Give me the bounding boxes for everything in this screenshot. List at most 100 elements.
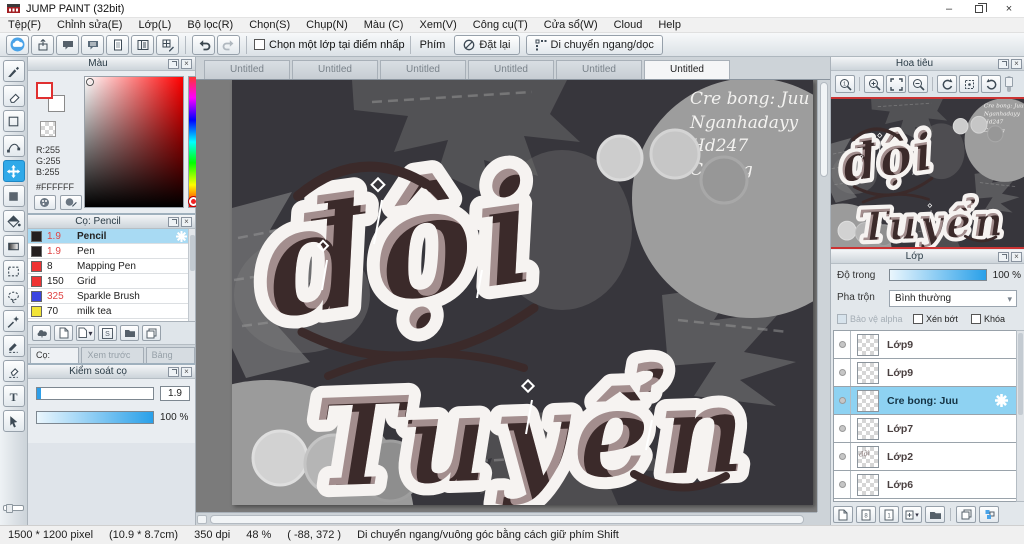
menu-file[interactable]: Tệp(F): [0, 18, 49, 33]
script-brush-button[interactable]: S: [98, 325, 117, 341]
single-layer-checkbox[interactable]: [254, 39, 265, 50]
publish-button[interactable]: [31, 34, 54, 55]
duplicate-brush-button[interactable]: [142, 325, 161, 341]
popout-icon[interactable]: [998, 58, 1009, 69]
brush-tool[interactable]: [2, 60, 25, 82]
visibility-toggle[interactable]: [834, 331, 851, 358]
add-8bit-layer-button[interactable]: 8: [856, 506, 876, 523]
eraser-tool[interactable]: [2, 85, 25, 107]
scrollbar-thumb[interactable]: [1018, 333, 1023, 415]
layer-row[interactable]: đội Lớp2: [834, 443, 1022, 471]
scrollbar-thumb[interactable]: [820, 82, 828, 177]
document-tab[interactable]: Untitled: [468, 60, 554, 79]
layer-row[interactable]: Lớp9: [834, 359, 1022, 387]
comment-button[interactable]: [56, 34, 79, 55]
document-tab[interactable]: Untitled: [380, 60, 466, 79]
visibility-toggle[interactable]: [834, 415, 851, 442]
layer-settings-icon[interactable]: [995, 394, 1008, 407]
frame-tool[interactable]: [2, 110, 25, 132]
duplicate-layer-button[interactable]: [956, 506, 976, 523]
fit-screen-button[interactable]: [886, 75, 906, 93]
canvas[interactable]: Cre bong: Juu Nganhadayy Hd247 C s: Gg đ…: [232, 80, 813, 505]
slider-thumb[interactable]: [1005, 77, 1013, 87]
scrollbar-thumb[interactable]: [210, 515, 804, 524]
move-tool[interactable]: [2, 160, 25, 182]
close-button[interactable]: ×: [994, 0, 1024, 18]
popout-icon[interactable]: [998, 251, 1009, 262]
brush-item[interactable]: 70 milk tea: [28, 304, 195, 319]
layer-row[interactable]: Lớp7: [834, 415, 1022, 443]
lock-checkbox[interactable]: Khóa: [971, 314, 1005, 325]
visibility-toggle[interactable]: [834, 359, 851, 386]
add-layer-button[interactable]: [833, 506, 853, 523]
tab-brush[interactable]: Cọ: Pencil: [30, 347, 80, 375]
add-brush-button[interactable]: [54, 325, 73, 341]
layer-row[interactable]: Lớp6: [834, 471, 1022, 499]
tool-size-slider[interactable]: [3, 504, 24, 513]
document-tab[interactable]: Untitled: [204, 60, 290, 79]
layer-row[interactable]: Lớp9: [834, 331, 1022, 359]
menu-tools[interactable]: Công cụ(T): [465, 18, 536, 33]
comment-panel-button[interactable]: [81, 34, 104, 55]
brush-item[interactable]: 1.9 Pencil: [28, 229, 195, 244]
scrollbar-button[interactable]: [197, 515, 207, 524]
brush-cloud-button[interactable]: [32, 325, 51, 341]
popout-icon[interactable]: [168, 58, 179, 69]
select-rect-tool[interactable]: [2, 260, 25, 282]
gradient-tool[interactable]: [2, 235, 25, 257]
tab-palette[interactable]: Bảng màu: [145, 347, 195, 375]
blend-mode-select[interactable]: Bình thường ▾: [889, 290, 1017, 307]
menu-cloud[interactable]: Cloud: [606, 18, 651, 33]
menu-color[interactable]: Màu (C): [356, 18, 412, 33]
clip-checkbox[interactable]: Xén bớt: [913, 314, 958, 325]
color-picker-cursor[interactable]: [86, 78, 94, 86]
brush-settings-icon[interactable]: [176, 230, 187, 242]
menu-view[interactable]: Xem(V): [411, 18, 464, 33]
add-special-layer-button[interactable]: ▾: [902, 506, 922, 523]
menu-window[interactable]: Cửa sổ(W): [536, 18, 606, 33]
redo-button[interactable]: [217, 34, 240, 55]
document-tab[interactable]: Untitled: [292, 60, 378, 79]
brush-folder-button[interactable]: [120, 325, 139, 341]
slider-thumb[interactable]: [6, 504, 13, 513]
magic-wand-tool[interactable]: [2, 310, 25, 332]
menu-capture[interactable]: Chụp(N): [298, 18, 356, 33]
brush-item[interactable]: 325 Sparkle Brush: [28, 289, 195, 304]
palette-edit-button[interactable]: [156, 34, 179, 55]
vertical-scrollbar[interactable]: [817, 80, 830, 512]
navigator-thumbnail[interactable]: [831, 97, 1024, 249]
menu-select[interactable]: Chọn(S): [241, 18, 298, 33]
visibility-toggle[interactable]: [834, 387, 851, 414]
undo-button[interactable]: [192, 34, 215, 55]
brush-list-scrollbar[interactable]: [188, 229, 195, 321]
popout-icon[interactable]: [168, 216, 179, 227]
restore-button[interactable]: [964, 0, 994, 18]
visibility-toggle[interactable]: [834, 471, 851, 498]
rotate-reset-button[interactable]: [959, 75, 979, 93]
document-tab[interactable]: Untitled: [556, 60, 642, 79]
brush-opacity-slider[interactable]: [36, 411, 154, 424]
brush-item[interactable]: 150 Grid: [28, 274, 195, 289]
brush-size-slider[interactable]: [36, 387, 154, 400]
horizontal-scrollbar[interactable]: [196, 512, 817, 525]
close-icon[interactable]: ×: [1011, 251, 1022, 262]
layer-folder-button[interactable]: [925, 506, 945, 523]
brush-item[interactable]: 8 Mapping Pen: [28, 259, 195, 274]
move-direction-button[interactable]: Di chuyển ngang/dọc: [525, 34, 663, 55]
menu-filter[interactable]: Bộ lọc(R): [179, 18, 241, 33]
menu-help[interactable]: Help: [650, 18, 689, 33]
protect-alpha-checkbox[interactable]: Bảo vệ alpha: [837, 314, 903, 325]
zoom-out-button[interactable]: [908, 75, 928, 93]
brush-size-value[interactable]: 1.9: [160, 386, 190, 401]
transparent-swatch[interactable]: [40, 121, 56, 137]
palette-edit-button[interactable]: [60, 195, 82, 210]
navigator-zoom-slider[interactable]: [1005, 76, 1013, 92]
scrollbar-thumb[interactable]: [190, 235, 195, 271]
add-brush-menu-button[interactable]: ▾: [76, 325, 95, 341]
tab-brush-preview[interactable]: Xem trước cọ: [81, 347, 144, 375]
minimize-button[interactable]: –: [934, 0, 964, 18]
layer-list-scrollbar[interactable]: [1016, 330, 1024, 502]
close-icon[interactable]: ×: [181, 216, 192, 227]
merge-layer-button[interactable]: [979, 506, 999, 523]
rotate-right-button[interactable]: [981, 75, 1001, 93]
